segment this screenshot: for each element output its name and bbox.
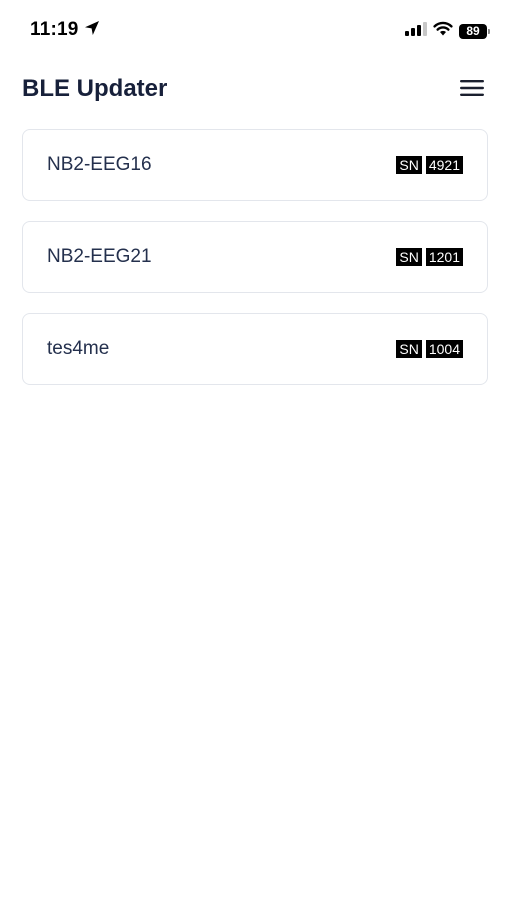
sn-value-badge: 1201 [425,248,463,266]
status-bar: 11:19 89 [0,0,507,62]
page-title: BLE Updater [22,75,168,102]
wifi-icon [433,21,453,41]
serial-number-badges: SN 4921 [396,156,463,174]
sn-label-badge: SN [396,156,422,174]
sn-label-badge: SN [396,248,422,266]
battery-icon: 89 [459,23,490,39]
device-list-item[interactable]: tes4me SN 1004 [22,313,488,385]
serial-number-badges: SN 1201 [396,248,463,266]
battery-cap [488,28,490,34]
device-list-item[interactable]: NB2-EEG16 SN 4921 [22,129,488,201]
sn-label-badge: SN [396,340,422,358]
device-name: NB2-EEG16 [47,154,152,175]
device-list: NB2-EEG16 SN 4921 NB2-EEG21 SN 1201 tes4… [22,129,488,405]
location-arrow-icon [84,20,100,41]
device-list-item[interactable]: NB2-EEG21 SN 1201 [22,221,488,293]
hamburger-menu-icon [460,79,484,100]
status-icons: 89 [405,21,490,41]
serial-number-badges: SN 1004 [396,340,463,358]
device-name: NB2-EEG21 [47,246,152,267]
menu-button[interactable] [457,74,487,104]
status-time-group: 11:19 [30,19,100,41]
sn-value-badge: 1004 [425,340,463,358]
app-header: BLE Updater [0,62,507,116]
sn-value-badge: 4921 [425,156,463,174]
status-time: 11:19 [30,19,79,40]
battery-level: 89 [466,24,480,38]
device-name: tes4me [47,338,110,359]
cellular-signal-icon [405,21,427,41]
